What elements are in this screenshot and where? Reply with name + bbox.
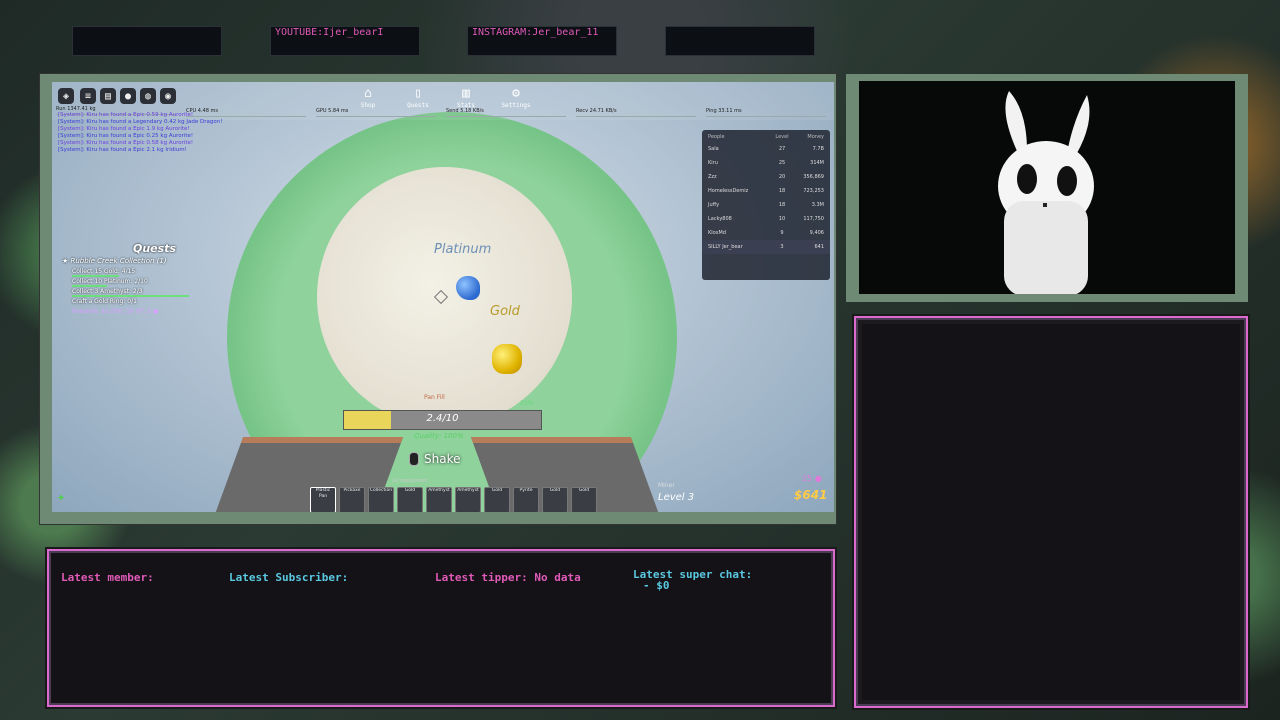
menu-icon[interactable]: ≡	[80, 88, 96, 104]
hotbar: Plastic Pan Pickaxe Collection Gold Amethyst…	[310, 487, 597, 512]
shop-icon: ⌂	[364, 86, 372, 101]
quality-text: Quality: 100%	[414, 432, 464, 440]
instagram-handle: INSTAGRAM:Jer_bear_11	[472, 27, 599, 38]
quest-item: Collect 10 Platinum: 2/10	[72, 278, 148, 287]
stream-chat-area[interactable]	[862, 324, 1240, 700]
latest-tipper: Latest tipper: No data	[435, 571, 581, 584]
platinum-label: Platinum	[434, 242, 492, 257]
chat-line: [System]: Kiru has found a Epic 0.58 kg …	[58, 140, 194, 146]
quest-item: Collect 15 Gold: 4/15	[72, 268, 136, 277]
leaderboard-row[interactable]: HomelessDemiz 18 723,253	[702, 184, 830, 198]
equip-hint: (a) equipment	[392, 478, 428, 484]
gold-nugget-icon[interactable]	[492, 344, 522, 374]
game-viewport[interactable]: ◈ ≡ ▤ ● ◍ ◉ ⌂ Shop ▯ Quests ▥ Stats ⚙ Se…	[52, 82, 834, 512]
chat-line: [System]: Kiru has found a Epic 2.1 kg I…	[58, 147, 187, 153]
pan-fill-label: Pan Fill	[424, 394, 445, 401]
latest-superchat: Latest super chat: - $0	[633, 568, 753, 592]
webcam-frame	[846, 74, 1248, 302]
chat-line: [System]: Kiru has found a Legendary 0.4…	[58, 119, 223, 125]
hotbar-slot[interactable]: Amethyst	[455, 487, 481, 512]
pan-fill-value: 2.4/10	[426, 413, 459, 424]
hotbar-slot[interactable]: Plastic Pan	[310, 487, 336, 512]
quest-item: Craft a Gold Ring: 0/1	[72, 298, 137, 305]
hotbar-slot[interactable]: Collection	[368, 487, 394, 512]
players-icon[interactable]: ◉	[160, 88, 176, 104]
quest-item: Collect 3 Amethyst: 2/3	[72, 288, 247, 297]
money-text: $641	[794, 488, 828, 502]
bunny-avatar	[998, 91, 1094, 296]
leaderboard-self-row[interactable]: SILLY Jer_bear 3 641	[702, 240, 830, 254]
hotbar-slot[interactable]: Gold	[484, 487, 510, 512]
platinum-nugget-icon[interactable]	[456, 276, 480, 300]
stat-ping: Ping 33.11 ms	[706, 108, 826, 117]
leaderboard-row[interactable]: Juffy 18 3.3M	[702, 198, 830, 212]
game-chat: [System]: Kiru has found a Epic 0.59 kg …	[58, 112, 258, 154]
quests-icon: ▯	[414, 86, 422, 101]
roblox-menu-icon[interactable]: ◈	[58, 88, 74, 104]
chat-icon[interactable]: ▤	[100, 88, 116, 104]
pan-percent: 25%	[520, 400, 534, 407]
hotbar-slot[interactable]: Amethyst	[426, 487, 452, 512]
clover-icon[interactable]: ✚	[58, 492, 64, 503]
stats-icon: ▥	[462, 86, 470, 101]
leaderboard-row[interactable]: Lacky808 10 117,750	[702, 212, 830, 226]
mouse-icon	[409, 452, 419, 466]
pan-fill-bar: 2.4/10	[343, 410, 542, 430]
stat-recv: Recv 24.71 KB/s	[576, 108, 696, 117]
xp-badge: 25 ●	[802, 474, 822, 483]
hotbar-slot[interactable]: Gold	[542, 487, 568, 512]
mic-icon[interactable]: ●	[120, 88, 136, 104]
stat-gpu: GPU 5.84 ms	[316, 108, 436, 117]
level-text: Level 3	[658, 492, 695, 503]
top-box-right	[665, 26, 815, 56]
leaderboard-row[interactable]: Zzz 20 356,869	[702, 170, 830, 184]
stream-chat-panel	[854, 316, 1248, 708]
hotbar-slot[interactable]: Pickaxe	[339, 487, 365, 512]
quests-panel: Quests ★ Rubble Creek Collection (1) Col…	[62, 242, 247, 315]
alerts-panel: Latest member: Latest Subscriber: Latest…	[47, 549, 835, 707]
top-box-left	[72, 26, 222, 56]
gear-icon: ⚙	[512, 86, 520, 101]
game-capture-frame: ◈ ≡ ▤ ● ◍ ◉ ⌂ Shop ▯ Quests ▥ Stats ⚙ Se…	[40, 74, 836, 524]
leaderboard-row[interactable]: Sala 27 7.7B	[702, 142, 830, 156]
latest-subscriber: Latest Subscriber:	[229, 571, 349, 584]
youtube-box: YOUTUBE:Ijer_bearI	[270, 26, 420, 56]
quests-title: Quests	[133, 242, 176, 255]
webcam-view	[859, 81, 1235, 296]
quest-reward: Rewards: $2,000, 50 XP, 5 ●	[72, 308, 159, 315]
quest-name[interactable]: ★ Rubble Creek Collection (1)	[62, 257, 247, 265]
youtube-handle: YOUTUBE:Ijer_bearI	[275, 27, 384, 38]
chat-line: [System]: Kiru has found a Epic 1.9 kg A…	[58, 126, 190, 132]
stat-send: Send 5.18 KB/s	[446, 108, 566, 117]
hotbar-slot[interactable]: Gold	[571, 487, 597, 512]
level-label: Miner	[658, 482, 675, 489]
gold-label: Gold	[490, 304, 520, 319]
chat-line: [System]: Kiru has found a Epic 0.25 kg …	[58, 133, 194, 139]
leaderboard: People Level Money Sala 27 7.7B Kiru 25 314M…	[702, 130, 830, 280]
shake-prompt[interactable]: Shake	[409, 452, 460, 466]
leaderboard-row[interactable]: Kiru 25 314M	[702, 156, 830, 170]
latest-member: Latest member:	[61, 571, 154, 584]
leaderboard-row[interactable]: KloxMd 9 9,406	[702, 226, 830, 240]
hotbar-slot[interactable]: Pyrite	[513, 487, 539, 512]
leaderboard-header: People Level Money	[708, 134, 824, 140]
instagram-box: INSTAGRAM:Jer_bear_11	[467, 26, 617, 56]
chat-line: [System]: Kiru has found a Epic 0.59 kg …	[58, 112, 194, 118]
backpack-icon[interactable]: ◍	[140, 88, 156, 104]
hotbar-slot[interactable]: Gold	[397, 487, 423, 512]
